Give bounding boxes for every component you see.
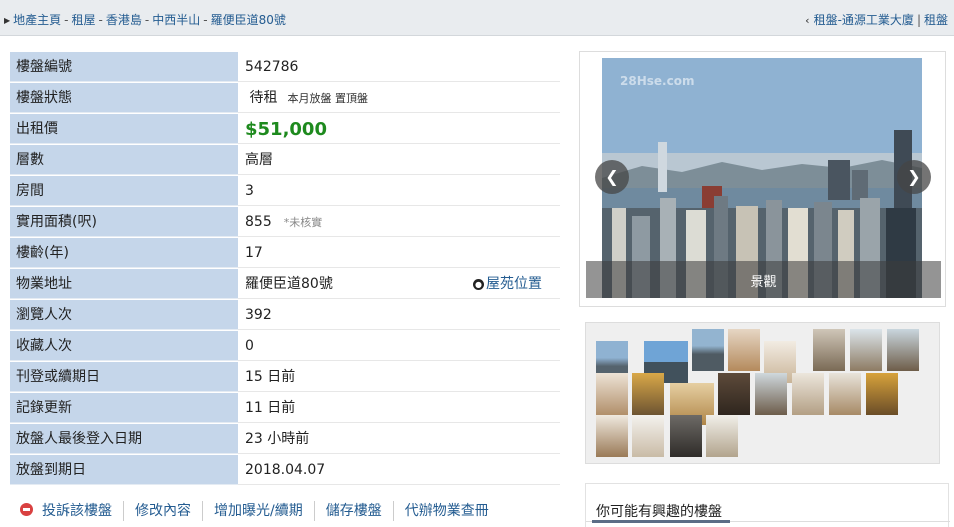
info-label: 實用面積(呎) [10, 207, 238, 237]
thumbnail[interactable] [596, 373, 628, 415]
thumbnail[interactable] [596, 415, 628, 457]
chevron-left-icon[interactable]: ❮ [595, 160, 629, 194]
info-row-favorites: 收藏人次 0 [10, 331, 560, 362]
thumbnail[interactable] [813, 329, 845, 371]
info-label: 層數 [10, 145, 238, 175]
area-value: 855 [245, 214, 272, 230]
info-row-floor: 層數 高層 [10, 145, 560, 176]
thumbnail[interactable] [755, 373, 787, 415]
info-label: 樓齡(年) [10, 238, 238, 268]
info-value: 542786 [238, 52, 560, 82]
info-value: 2018.04.07 [238, 455, 560, 485]
info-label: 放盤人最後登入日期 [10, 424, 238, 454]
thumbnail[interactable] [632, 373, 664, 415]
info-row-views: 瀏覽人次 392 [10, 300, 560, 331]
info-row-address: 物業地址 羅便臣道80號 ● 屋苑位置 [10, 269, 560, 300]
thumbnail-grid [585, 322, 940, 464]
status-tags: 本月放盤 置頂盤 [287, 92, 368, 105]
info-label: 樓盤編號 [10, 52, 238, 82]
photo-caption: 景觀 [750, 275, 777, 290]
map-pin-icon: ● [473, 279, 484, 290]
photo-carousel: 28Hse.com 景觀 ❮ ❯ [579, 51, 946, 307]
info-row-price: 出租價 $51,000 [10, 114, 560, 145]
edit-content-button[interactable]: 修改內容 [124, 500, 203, 521]
boost-renew-button[interactable]: 增加曝光/續期 [203, 500, 315, 521]
thumbnail[interactable] [850, 329, 882, 371]
info-label: 刊登或續期日 [10, 362, 238, 392]
related-listings: 你可能有興趣的樓盤 [585, 483, 950, 527]
unverified-note: *未核實 [283, 216, 323, 229]
info-label: 瀏覽人次 [10, 300, 238, 330]
status-value: 待租 [249, 90, 278, 106]
chevron-left-icon: ‹ [805, 14, 810, 27]
thumbnail[interactable] [718, 373, 750, 415]
info-label: 記錄更新 [10, 393, 238, 423]
info-label: 房間 [10, 176, 238, 206]
no-entry-icon [20, 502, 33, 516]
info-row-age: 樓齡(年) 17 [10, 238, 560, 269]
estate-location-link[interactable]: ● 屋苑位置 [473, 269, 542, 300]
breadcrumb: ▶ 地產主頁 - 租屋 - 香港島 - 中西半山 - 羅便臣道80號 [4, 13, 286, 27]
listing-info-table: 樓盤編號 542786 樓盤狀態 待租 本月放盤 置頂盤 出租價 $51,000 … [10, 52, 560, 486]
info-row-posted: 刊登或續期日 15 日前 [10, 362, 560, 393]
chevron-right-icon: ▶ [4, 16, 11, 25]
breadcrumb-current[interactable]: 羅便臣道80號 [211, 13, 286, 27]
info-label: 樓盤狀態 [10, 83, 238, 113]
breadcrumb-home[interactable]: 地產主頁 [13, 13, 61, 27]
land-search-button[interactable]: 代辦物業查冊 [394, 501, 500, 521]
info-value: 高層 [238, 145, 560, 175]
info-row-expiry: 放盤到期日 2018.04.07 [10, 455, 560, 486]
info-label: 放盤到期日 [10, 455, 238, 485]
info-value: 0 [238, 331, 560, 361]
thumbnail[interactable] [692, 329, 724, 371]
thumbnail[interactable] [866, 373, 898, 415]
adjacent-listing-link[interactable]: ‹ 租盤-通源工業大廈 | 租盤 [805, 11, 948, 28]
info-row-area: 實用面積(呎) 855 *未核實 [10, 207, 560, 238]
adjacent-listing-extra[interactable]: 租盤 [924, 13, 948, 27]
breadcrumb-bar: ▶ 地產主頁 - 租屋 - 香港島 - 中西半山 - 羅便臣道80號 ‹ 租盤-通源工業大廈 | 租盤 [0, 0, 954, 36]
caption-bar: 景觀 [586, 261, 941, 298]
title-underline [592, 520, 730, 523]
thumbnail[interactable] [829, 373, 861, 415]
thumbnail[interactable] [706, 415, 738, 457]
info-label: 物業地址 [10, 269, 238, 299]
info-row-status: 樓盤狀態 待租 本月放盤 置頂盤 [10, 83, 560, 114]
report-listing-button[interactable]: 投訴該樓盤 [10, 500, 124, 521]
info-value: 15 日前 [238, 362, 560, 392]
listing-actions: 投訴該樓盤 修改內容 增加曝光/續期 儲存樓盤 代辦物業查冊 [10, 494, 560, 527]
info-row-last-login: 放盤人最後登入日期 23 小時前 [10, 424, 560, 455]
related-title: 你可能有興趣的樓盤 [596, 504, 722, 520]
breadcrumb-region[interactable]: 香港島 [106, 13, 142, 27]
info-row-id: 樓盤編號 542786 [10, 52, 560, 83]
save-listing-button[interactable]: 儲存樓盤 [315, 500, 394, 521]
thumbnail[interactable] [792, 373, 824, 415]
info-value: 392 [238, 300, 560, 330]
thumbnail[interactable] [728, 329, 760, 371]
info-value: 23 小時前 [238, 424, 560, 454]
info-label: 出租價 [10, 114, 238, 144]
thumbnail[interactable] [632, 415, 664, 457]
chevron-right-icon[interactable]: ❯ [897, 160, 931, 194]
info-value: 17 [238, 238, 560, 268]
address-value: 羅便臣道80號 [245, 276, 333, 292]
adjacent-listing-name[interactable]: 通源工業大廈 [842, 13, 914, 27]
info-row-rooms: 房間 3 [10, 176, 560, 207]
thumbnail[interactable] [887, 329, 919, 371]
info-row-updated: 記錄更新 11 日前 [10, 393, 560, 424]
thumbnail[interactable] [670, 415, 702, 457]
info-label: 收藏人次 [10, 331, 238, 361]
rent-price: $51,000 [245, 119, 327, 140]
info-value: 3 [238, 176, 560, 206]
breadcrumb-district[interactable]: 中西半山 [152, 13, 200, 27]
info-value: 11 日前 [238, 393, 560, 423]
breadcrumb-rent[interactable]: 租屋 [72, 13, 96, 27]
watermark: 28Hse.com [620, 74, 695, 88]
